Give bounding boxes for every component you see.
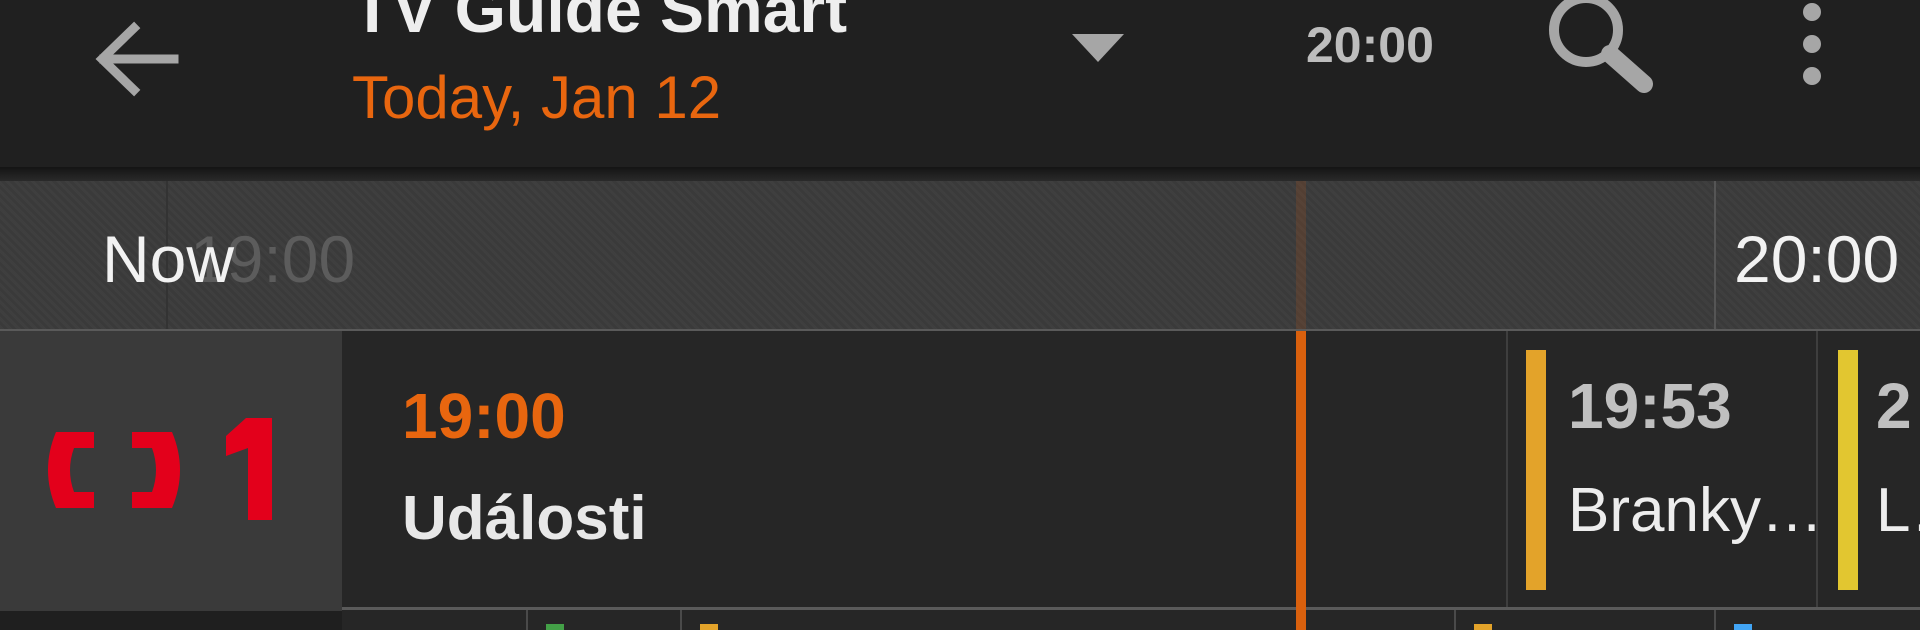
app-bar-shadow	[0, 167, 1920, 181]
next-row[interactable]	[342, 610, 1920, 630]
ct1-logo-icon	[48, 418, 272, 520]
overflow-menu-button[interactable]	[1780, 0, 1840, 100]
clock-display[interactable]: 20:00	[1306, 20, 1434, 70]
date-subtitle[interactable]: Today, Jan 12	[352, 68, 721, 128]
search-icon	[1549, 0, 1653, 93]
genre-indicator	[1526, 350, 1546, 590]
app-title: TV Guide Smart	[352, 0, 848, 46]
programme-divider	[1454, 610, 1456, 630]
programme-time: 19:53	[1568, 370, 1732, 442]
timeline-time-label: 20:00	[1734, 222, 1900, 296]
genre-indicator	[546, 624, 564, 630]
programme-title: Branky…	[1568, 476, 1823, 545]
programme-cell[interactable]	[342, 331, 1508, 607]
search-button[interactable]	[1540, 0, 1660, 100]
programme-divider	[680, 610, 682, 630]
programme-divider	[526, 610, 528, 630]
timeline-tick	[1714, 181, 1716, 329]
programme-time: 19:00	[402, 380, 566, 452]
genre-indicator	[1838, 350, 1858, 590]
programme-title: L…	[1876, 476, 1920, 545]
genre-indicator	[1734, 624, 1752, 630]
genre-indicator	[700, 624, 718, 630]
programme-time: 2	[1876, 370, 1912, 442]
now-line	[1296, 331, 1306, 630]
more-vert-icon	[1803, 3, 1821, 85]
arrow-back-icon	[95, 21, 179, 97]
now-marker-header	[1296, 181, 1306, 329]
back-button[interactable]	[86, 14, 186, 104]
now-button[interactable]: Now	[102, 226, 234, 292]
programme-divider	[1714, 610, 1716, 630]
genre-indicator	[1474, 624, 1492, 630]
dropdown-triangle-icon	[1072, 34, 1124, 62]
date-dropdown[interactable]	[1068, 30, 1128, 66]
programme-title: Události	[402, 484, 647, 553]
channel-logo	[36, 408, 306, 532]
